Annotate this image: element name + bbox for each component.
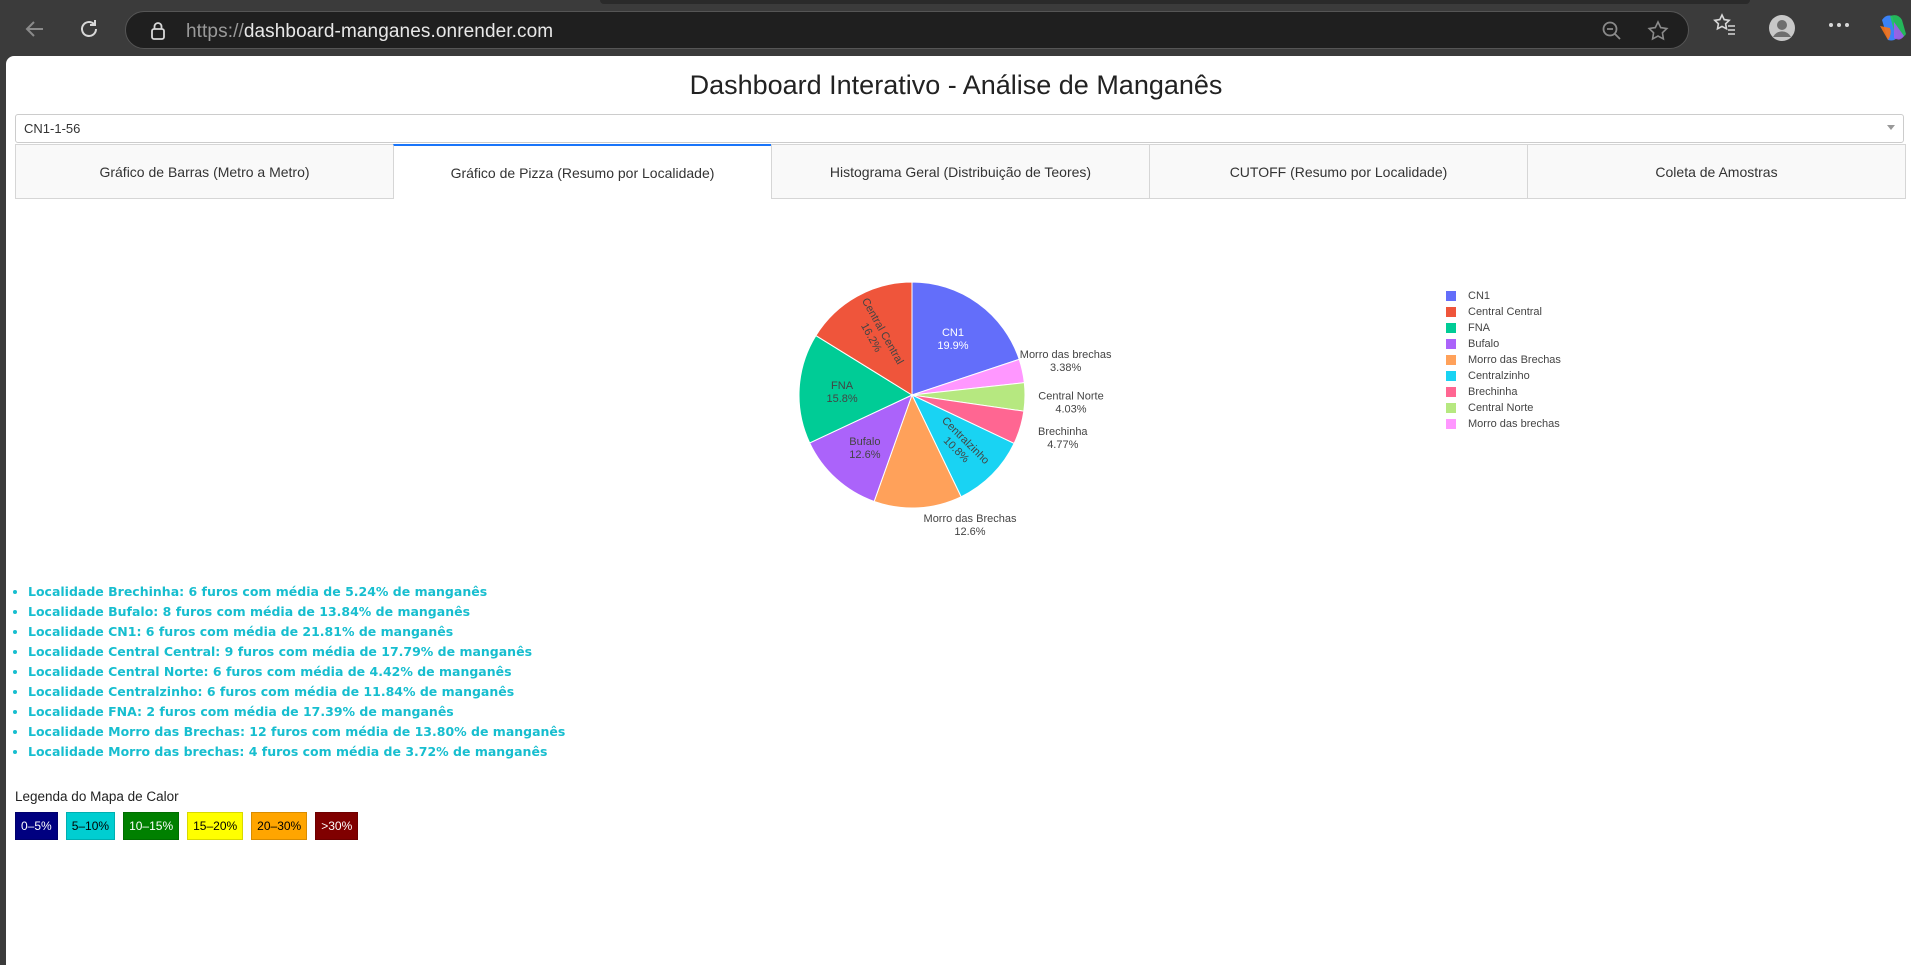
back-button[interactable]	[18, 12, 52, 46]
pie-label: Bufalo 12.6%	[849, 436, 880, 461]
pie-label: Central Norte 4.03%	[1038, 391, 1103, 416]
legend-item[interactable]: Morro das brechas	[1446, 416, 1561, 432]
legend-swatch	[1446, 339, 1456, 349]
legend-swatch	[1446, 307, 1456, 317]
legend-item[interactable]: Centralzinho	[1446, 368, 1561, 384]
list-item: Localidade Morro das brechas: 4 furos co…	[28, 742, 565, 762]
legend-label: Morro das Brechas	[1468, 354, 1561, 366]
legend-swatch	[1446, 419, 1456, 429]
legend-swatch	[1446, 291, 1456, 301]
locality-summary-list: Localidade Brechinha: 6 furos com média …	[6, 582, 565, 762]
url-host: dashboard-manganes.onrender.com	[243, 21, 554, 42]
favorites-icon[interactable]	[1713, 12, 1737, 36]
url-text[interactable]: https://dashboard-manganes.onrender.com	[186, 21, 553, 43]
legend-item[interactable]: CN1	[1446, 288, 1561, 304]
legend-label: Central Norte	[1468, 402, 1534, 414]
list-item: Localidade Central Central: 9 furos com …	[28, 642, 565, 662]
list-item: Localidade Morro das Brechas: 12 furos c…	[28, 722, 565, 742]
legend-label: Central Central	[1468, 306, 1542, 318]
star-icon[interactable]	[1647, 20, 1669, 42]
heatmap-legend-title: Legenda do Mapa de Calor	[15, 789, 179, 804]
address-bar[interactable]: https://dashboard-manganes.onrender.com	[125, 11, 1689, 49]
legend-item[interactable]: Central Norte	[1446, 400, 1561, 416]
heatmap-range-badge: 20–30%	[251, 812, 308, 840]
list-item: Localidade Brechinha: 6 furos com média …	[28, 582, 565, 602]
tab-strip	[600, 0, 1750, 4]
heatmap-range-badge: 10–15%	[123, 812, 180, 840]
pie-label: Morro das Brechas 12.6%	[924, 513, 1017, 538]
legend-item[interactable]: Morro das Brechas	[1446, 352, 1561, 368]
list-item: Localidade CN1: 6 furos com média de 21.…	[28, 622, 565, 642]
heatmap-range-badge: >30%	[315, 812, 359, 840]
pie-label: Brechinha 4.77%	[1038, 426, 1088, 451]
more-icon[interactable]	[1828, 20, 1850, 30]
legend-label: Centralzinho	[1468, 370, 1530, 382]
legend-label: Bufalo	[1468, 338, 1500, 350]
heatmap-range-badge: 0–5%	[15, 812, 58, 840]
pie-legend: CN1 Central Central FNA Bufalo Morro das Bre…	[1446, 288, 1561, 432]
list-item: Localidade Centralzinho: 6 furos com méd…	[28, 682, 565, 702]
reload-button[interactable]	[72, 12, 106, 46]
reload-icon	[81, 20, 97, 37]
legend-swatch	[1446, 323, 1456, 333]
pie-chart: CN1 19.9%Morro das brechas 3.38%Central No…	[798, 281, 1112, 538]
legend-swatch	[1446, 403, 1456, 413]
legend-label: Brechinha	[1468, 386, 1518, 398]
list-item: Localidade Central Norte: 6 furos com mé…	[28, 662, 565, 682]
list-item: Localidade FNA: 2 furos com média de 17.…	[28, 702, 565, 722]
legend-swatch	[1446, 387, 1456, 397]
legend-label: FNA	[1468, 322, 1490, 334]
page-content: Dashboard Interativo - Análise de Mangan…	[6, 56, 1911, 965]
legend-swatch	[1446, 355, 1456, 365]
legend-item[interactable]: Brechinha	[1446, 384, 1561, 400]
browser-toolbar: https://dashboard-manganes.onrender.com	[0, 0, 1911, 56]
heatmap-range-badge: 15–20%	[187, 812, 244, 840]
legend-label: CN1	[1468, 290, 1491, 302]
back-icon	[25, 21, 43, 37]
legend-item[interactable]: FNA	[1446, 320, 1561, 336]
legend-item[interactable]: Central Central	[1446, 304, 1561, 320]
heatmap-range-badge: 5–10%	[65, 812, 116, 840]
copilot-icon[interactable]	[1878, 14, 1908, 42]
lock-icon[interactable]	[150, 21, 166, 41]
profile-icon[interactable]	[1768, 14, 1796, 42]
url-scheme: https://	[186, 21, 244, 42]
zoom-out-icon[interactable]	[1601, 20, 1623, 42]
pie-label: Morro das brechas 3.38%	[1020, 349, 1112, 374]
legend-label: Morro das brechas	[1468, 418, 1560, 430]
legend-item[interactable]: Bufalo	[1446, 336, 1561, 352]
list-item: Localidade Bufalo: 8 furos com média de …	[28, 602, 565, 622]
legend-swatch	[1446, 371, 1456, 381]
heatmap-legend: 0–5% 5–10% 10–15% 15–20% 20–30% >30%	[15, 812, 366, 840]
